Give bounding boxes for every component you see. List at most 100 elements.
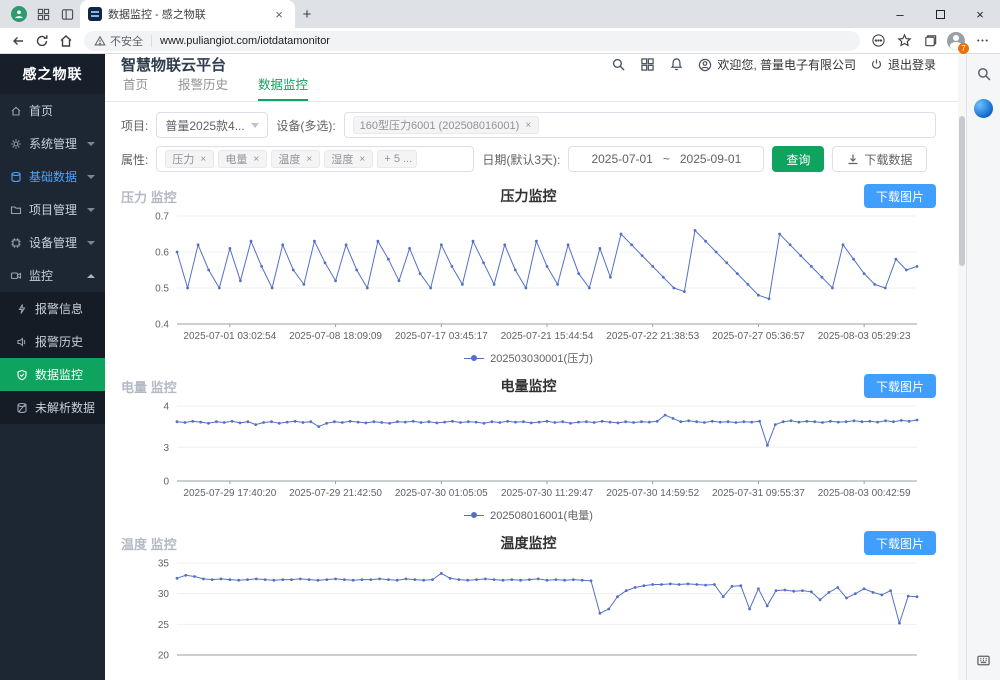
download-image-button[interactable]: 下载图片	[864, 374, 936, 398]
browser-profile-icon[interactable]	[10, 5, 28, 23]
download-image-button[interactable]: 下载图片	[864, 184, 936, 208]
gear-icon	[10, 138, 23, 150]
temperature-chart-canvas[interactable]: 35302520	[121, 555, 931, 680]
date-separator: ~	[663, 152, 670, 166]
chevron-down-icon	[87, 175, 95, 179]
chevron-down-icon	[87, 208, 95, 212]
ellipsis-circle-icon[interactable]	[866, 29, 890, 53]
browser-left-icons	[6, 0, 80, 28]
sidebar-item-alarm-info[interactable]: 报警信息	[0, 292, 105, 325]
sidebar-item-monitor[interactable]: 监控	[0, 259, 105, 292]
back-icon[interactable]	[6, 29, 30, 53]
scrollbar-thumb[interactable]	[959, 116, 965, 266]
device-tag: 160型压力6001 (202508016001) ×	[353, 116, 540, 134]
chart-title: 电量监控	[121, 376, 936, 396]
sidebar-item-project[interactable]: 项目管理	[0, 193, 105, 226]
svg-text:0: 0	[163, 477, 169, 488]
svg-text:2025-07-08 18:09:09: 2025-07-08 18:09:09	[289, 331, 382, 342]
tag-close-icon[interactable]: ×	[356, 153, 368, 165]
date-range-input[interactable]: 2025-07-01 ~ 2025-09-01	[568, 146, 764, 172]
tag-close-icon[interactable]: ×	[303, 153, 315, 165]
maximize-button[interactable]	[920, 0, 960, 28]
tab-close-icon[interactable]: ×	[271, 6, 287, 22]
refresh-icon[interactable]	[30, 29, 54, 53]
attribute-multiselect[interactable]: 压力× 电量× 温度× 湿度× + 5 ...	[156, 146, 474, 172]
tab-alarm-history[interactable]: 报警历史	[178, 74, 228, 101]
attr-tag: 压力×	[165, 150, 214, 168]
battery-chart-canvas[interactable]: 4302025-07-29 17:40:202025-07-29 21:42:5…	[121, 398, 931, 507]
filter-row-2: 属性: 压力× 电量× 温度× 湿度× + 5 ... 日期(默认3天): 20…	[121, 146, 936, 172]
copilot-icon[interactable]	[974, 98, 994, 118]
addressbar-divider	[151, 35, 152, 47]
date-end[interactable]: 2025-09-01	[680, 152, 741, 166]
download-data-button[interactable]: 下载数据	[832, 146, 927, 172]
sidebar-item-alarm-history[interactable]: 报警历史	[0, 325, 105, 358]
tab-data-monitor[interactable]: 数据监控	[258, 74, 308, 101]
database-slash-icon	[16, 402, 29, 414]
welcome-text[interactable]: 欢迎您, 普量电子有限公司	[698, 56, 856, 73]
home-icon[interactable]	[54, 29, 78, 53]
chart-section-pressure: 压力 监控 压力监控 下载图片 0.70.60.50.42025-07-01 0…	[105, 184, 958, 366]
sidebar-item-basedata[interactable]: 基础数据	[0, 160, 105, 193]
date-start[interactable]: 2025-07-01	[591, 152, 652, 166]
download-image-button[interactable]: 下载图片	[864, 531, 936, 555]
sidebar-search-icon[interactable]	[974, 64, 994, 84]
page-scrollbar[interactable]	[958, 54, 966, 680]
browser-toolbar: 不安全 www.puliangiot.com/iotdatamonitor 7	[0, 28, 1000, 54]
collections-icon[interactable]	[918, 29, 942, 53]
sidebar-item-device[interactable]: 设备管理	[0, 226, 105, 259]
query-button[interactable]: 查询	[772, 146, 824, 172]
folder-icon	[10, 204, 23, 216]
header-bell-icon[interactable]	[669, 57, 684, 72]
tab-favicon	[88, 7, 102, 21]
svg-text:2025-07-30 01:05:05: 2025-07-30 01:05:05	[395, 488, 488, 499]
header-search-icon[interactable]	[611, 57, 626, 72]
tab-home[interactable]: 首页	[123, 74, 148, 101]
chart-legend[interactable]: 202503030001(压力)	[121, 350, 936, 366]
sidebar-item-system[interactable]: 系统管理	[0, 127, 105, 160]
logout-button[interactable]: 退出登录	[870, 56, 936, 73]
tag-close-icon[interactable]: ×	[522, 119, 534, 131]
vertical-tabs-icon[interactable]	[58, 5, 76, 23]
attr-tag: 温度×	[271, 150, 320, 168]
chevron-down-icon	[87, 241, 95, 245]
svg-text:2025-07-30 14:59:52: 2025-07-30 14:59:52	[606, 488, 699, 499]
attr-tag: 电量×	[218, 150, 267, 168]
close-button[interactable]: ×	[960, 0, 1000, 28]
workspaces-icon[interactable]	[34, 5, 52, 23]
svg-text:2025-07-22 21:38:53: 2025-07-22 21:38:53	[606, 331, 699, 342]
sidebar-item-home[interactable]: 首页	[0, 94, 105, 127]
project-label: 项目:	[121, 117, 148, 134]
new-tab-button[interactable]: +	[295, 2, 319, 26]
browser-tab[interactable]: 数据监控 - 感之物联 ×	[80, 0, 295, 28]
address-bar[interactable]: 不安全 www.puliangiot.com/iotdatamonitor	[84, 31, 860, 51]
url-text[interactable]: www.puliangiot.com/iotdatamonitor	[160, 35, 330, 47]
security-warning[interactable]: 不安全	[94, 33, 143, 49]
svg-text:2025-08-03 05:29:23: 2025-08-03 05:29:23	[818, 331, 911, 342]
tag-close-icon[interactable]: ×	[250, 153, 262, 165]
tag-close-icon[interactable]: ×	[197, 153, 209, 165]
svg-text:35: 35	[158, 559, 170, 570]
notification-badge: 7	[958, 43, 969, 54]
pressure-chart-canvas[interactable]: 0.70.60.50.42025-07-01 03:02:542025-07-0…	[121, 208, 931, 350]
minimize-button[interactable]: –	[880, 0, 920, 28]
browser-avatar[interactable]: 7	[944, 29, 968, 53]
chart-legend[interactable]: 202508016001(电量)	[121, 507, 936, 523]
header-apps-icon[interactable]	[640, 57, 655, 72]
attr-more-tag[interactable]: + 5 ...	[377, 150, 417, 168]
project-select[interactable]: 普量2025款4...	[156, 112, 268, 138]
sidebar-settings-icon[interactable]	[974, 650, 994, 670]
svg-text:30: 30	[158, 589, 170, 600]
device-multiselect[interactable]: 160型压力6001 (202508016001) ×	[344, 112, 936, 138]
favorite-star-icon[interactable]	[892, 29, 916, 53]
sidebar-item-unparsed-data[interactable]: 未解析数据	[0, 391, 105, 424]
download-icon	[847, 153, 859, 165]
filter-row-1: 项目: 普量2025款4... 设备(多选): 160型压力6001 (2025…	[121, 112, 936, 138]
chart-section-battery: 电量 监控 电量监控 下载图片 4302025-07-29 17:40:2020…	[105, 374, 958, 523]
browser-titlebar: 数据监控 - 感之物联 × + – ×	[0, 0, 1000, 28]
sidebar-item-data-monitor[interactable]: 数据监控	[0, 358, 105, 391]
sidebar-submenu-monitor: 报警信息 报警历史 数据监控 未解析数据	[0, 292, 105, 424]
attr-label: 属性:	[121, 151, 148, 168]
more-menu-icon[interactable]	[970, 29, 994, 53]
speaker-icon	[16, 336, 29, 348]
